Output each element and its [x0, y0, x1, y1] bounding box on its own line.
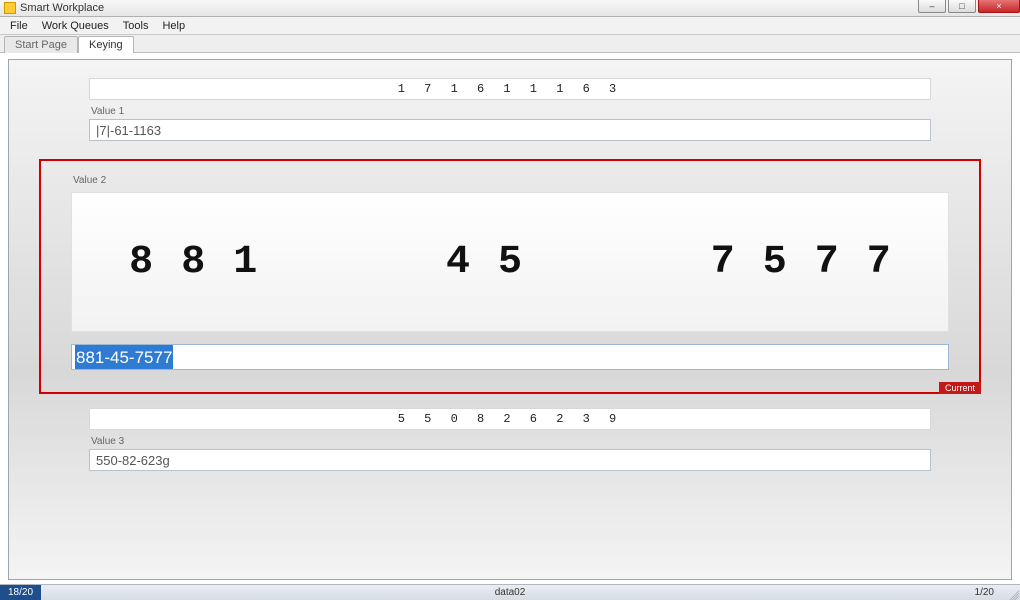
digit: 8 [129, 240, 153, 285]
app-icon [4, 2, 16, 14]
value3-block: 5 5 0 8 2 6 2 3 9 Value 3 [89, 408, 931, 471]
title-bar-left: Smart Workplace [4, 2, 104, 14]
value3-snippet: 5 5 0 8 2 6 2 3 9 [89, 408, 931, 430]
tab-bar: Start Page Keying [0, 35, 1020, 53]
client-area: 1 7 1 6 1 1 1 6 3 Value 1 Value 2 8 8 1 … [0, 53, 1020, 584]
menu-work-queues[interactable]: Work Queues [36, 19, 115, 33]
value2-group2: 4 5 [446, 240, 522, 285]
tab-start-page[interactable]: Start Page [4, 36, 78, 53]
digit: 7 [711, 240, 735, 285]
digit: 7 [867, 240, 891, 285]
status-progress: 18/20 [0, 585, 41, 600]
digit: 1 [233, 240, 257, 285]
digit: 8 [181, 240, 205, 285]
maximize-button[interactable]: □ [948, 0, 976, 13]
value1-block: 1 7 1 6 1 1 1 6 3 Value 1 [89, 78, 931, 141]
value1-label: Value 1 [91, 106, 931, 117]
menu-bar: File Work Queues Tools Help [0, 17, 1020, 35]
minimize-button[interactable]: – [918, 0, 946, 13]
window-controls: – □ × [918, 0, 1020, 16]
value2-input-selection: 881-45-7577 [75, 345, 173, 369]
status-filename: data02 [495, 587, 526, 598]
value2-block: Value 2 8 8 1 4 5 7 5 7 7 [39, 159, 981, 394]
close-button[interactable]: × [978, 0, 1020, 13]
menu-tools[interactable]: Tools [117, 19, 155, 33]
resize-grip-icon[interactable] [1007, 588, 1019, 600]
digit: 4 [446, 240, 470, 285]
current-badge: Current [939, 382, 981, 394]
value2-group1: 8 8 1 [129, 240, 257, 285]
title-bar: Smart Workplace – □ × [0, 0, 1020, 17]
digit: 5 [763, 240, 787, 285]
digit: 7 [815, 240, 839, 285]
status-page: 1/20 [975, 587, 994, 598]
digit: 5 [498, 240, 522, 285]
value3-input[interactable] [89, 449, 931, 471]
value3-label: Value 3 [91, 436, 931, 447]
value2-label: Value 2 [73, 175, 949, 186]
value1-input[interactable] [89, 119, 931, 141]
value2-snippet: 8 8 1 4 5 7 5 7 7 [71, 192, 949, 332]
tab-keying[interactable]: Keying [78, 36, 134, 53]
menu-help[interactable]: Help [156, 19, 191, 33]
value2-group3: 7 5 7 7 [711, 240, 891, 285]
value1-snippet: 1 7 1 6 1 1 1 6 3 [89, 78, 931, 100]
status-bar: 18/20 data02 1/20 [0, 584, 1020, 600]
menu-file[interactable]: File [4, 19, 34, 33]
window-title: Smart Workplace [20, 2, 104, 14]
keying-panel: 1 7 1 6 1 1 1 6 3 Value 1 Value 2 8 8 1 … [8, 59, 1012, 580]
value2-input[interactable]: 881-45-7577 [71, 344, 949, 370]
